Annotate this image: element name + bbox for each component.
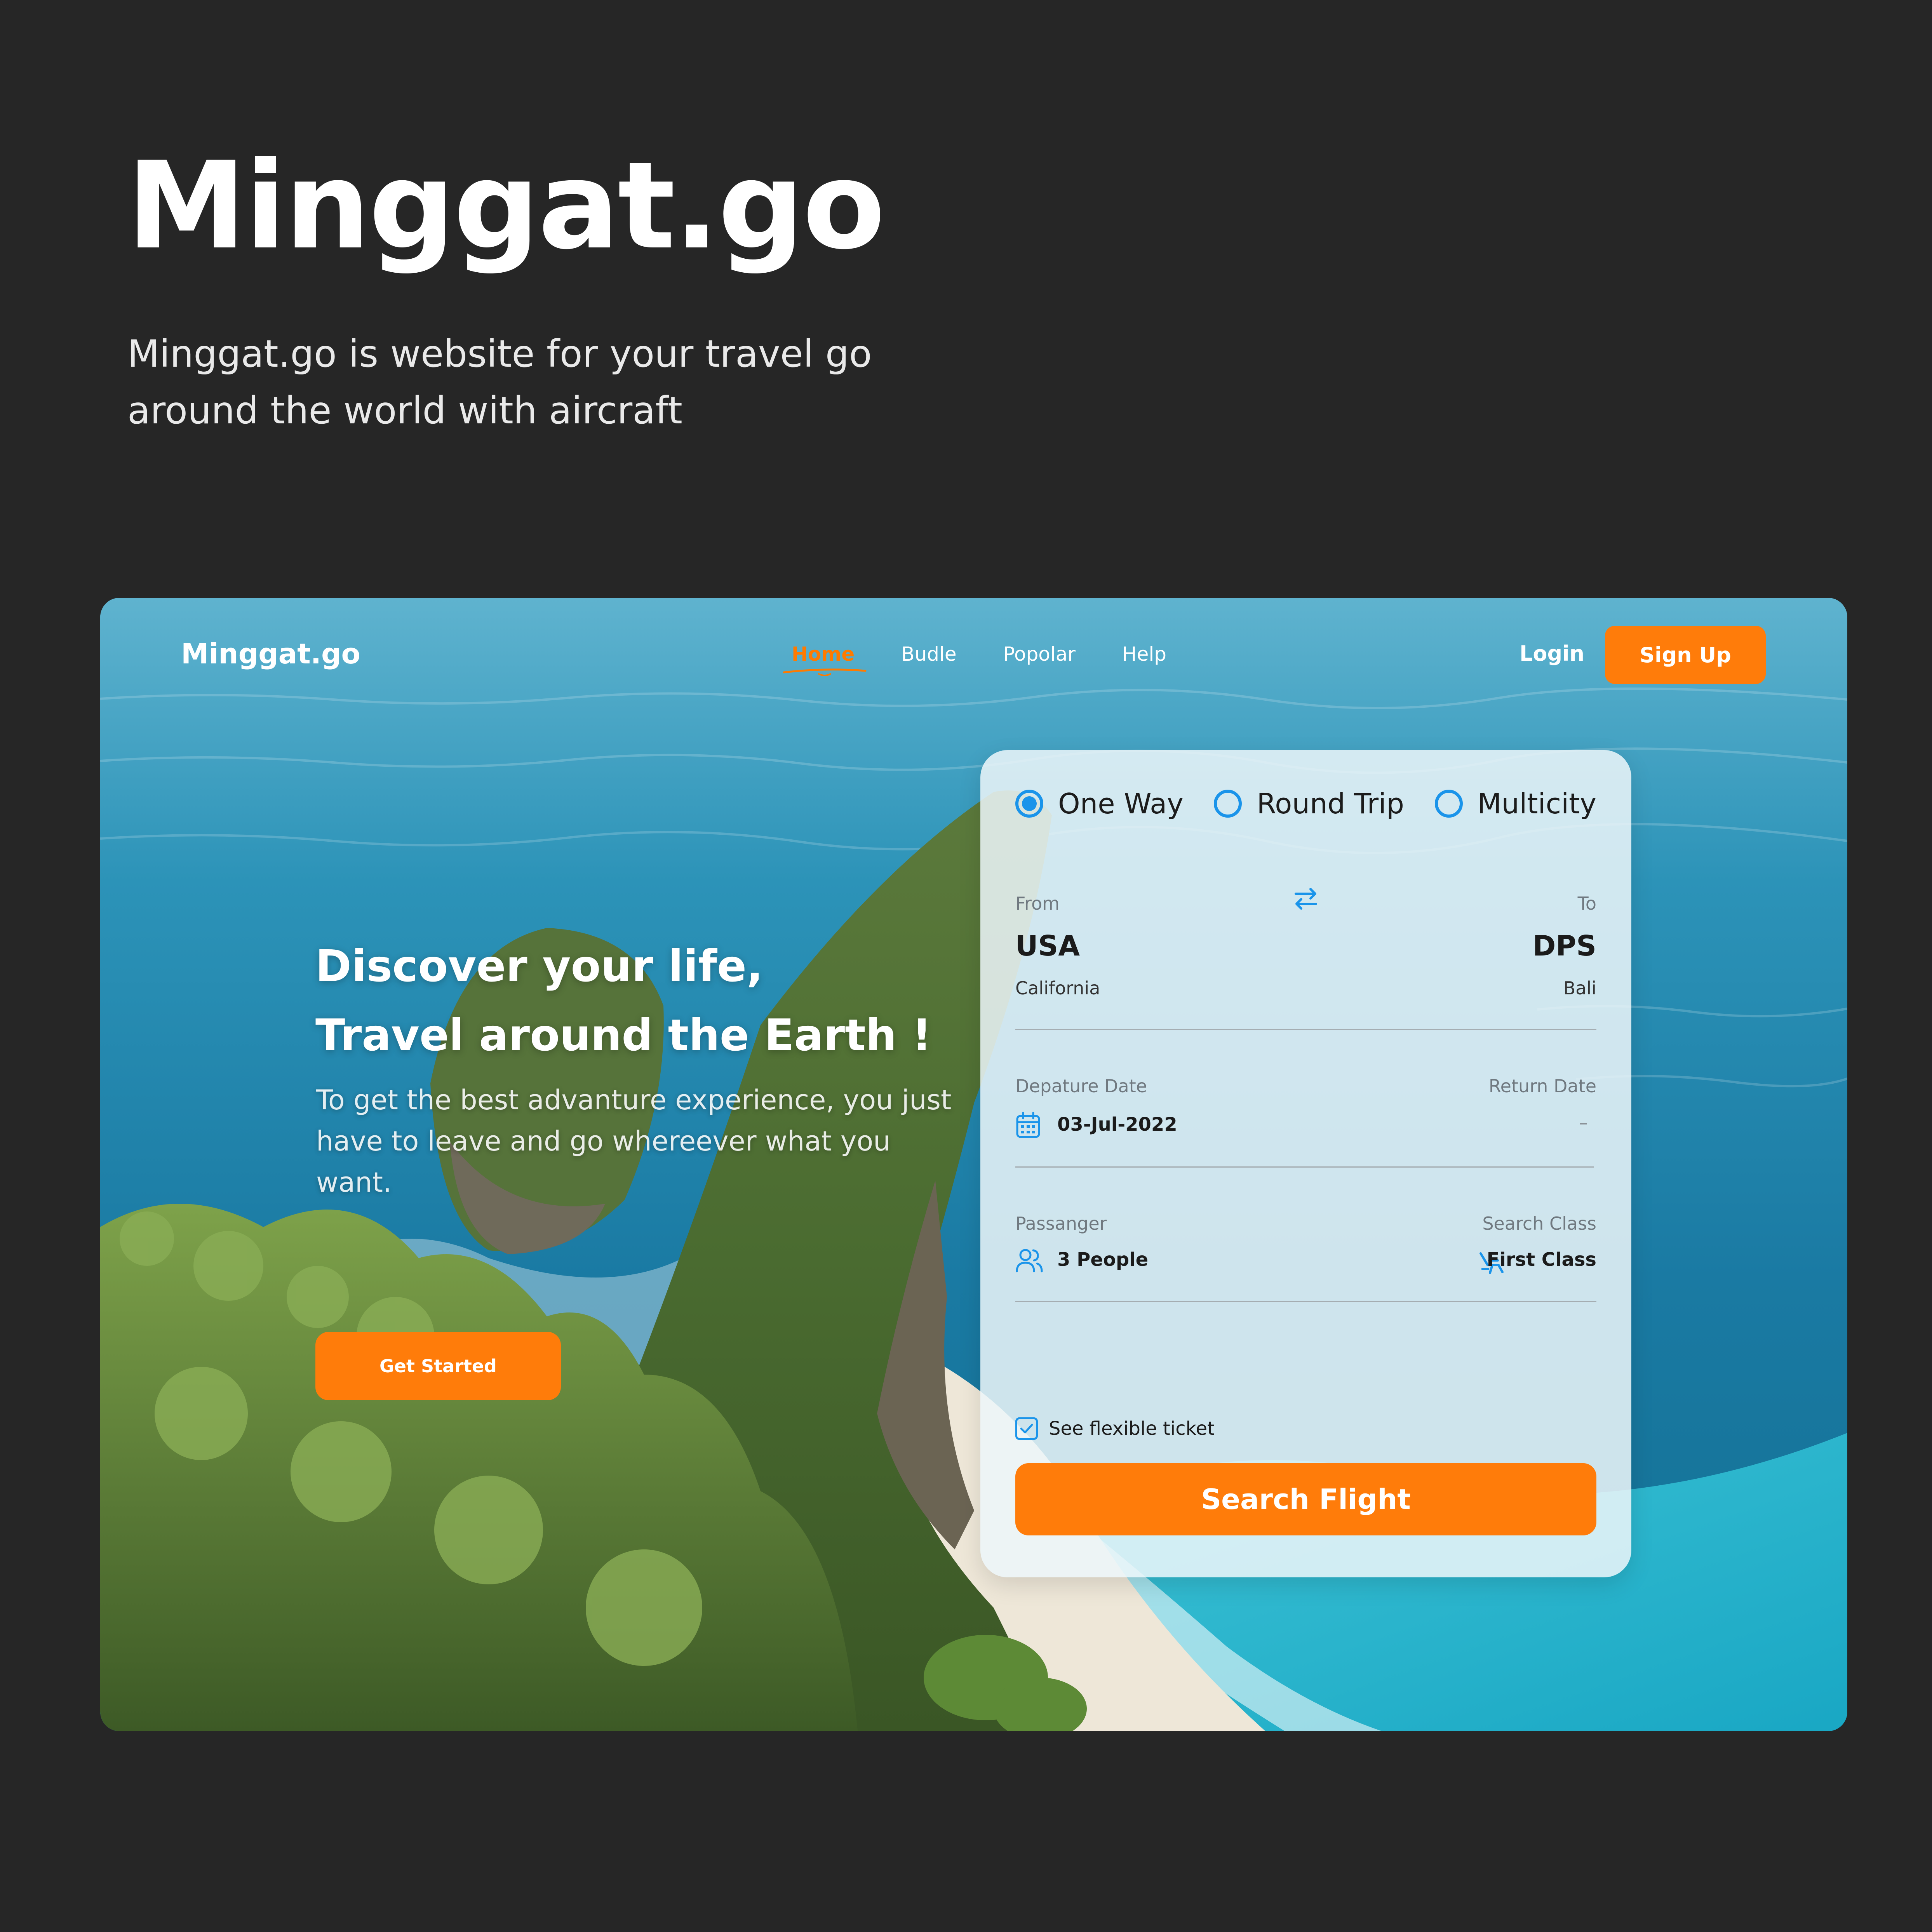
trip-option-label: Multicity bbox=[1477, 787, 1596, 820]
divider bbox=[1015, 1301, 1596, 1302]
passenger-label: Passanger bbox=[1015, 1213, 1107, 1234]
radio-multicity[interactable] bbox=[1434, 790, 1463, 818]
brand-title: Minggat.go bbox=[127, 136, 885, 276]
flexible-ticket-option[interactable]: See flexible ticket bbox=[1015, 1417, 1215, 1440]
departure-date-label: Depature Date bbox=[1015, 1076, 1147, 1097]
sign-up-button[interactable]: Sign Up bbox=[1605, 626, 1766, 684]
to-code[interactable]: DPS bbox=[1533, 929, 1596, 962]
active-underline-icon bbox=[783, 668, 867, 676]
divider bbox=[1015, 1166, 1594, 1168]
return-date-label: Return Date bbox=[1488, 1076, 1596, 1097]
trip-type-options: One Way Round Trip Multicity bbox=[1015, 787, 1596, 820]
get-started-button[interactable]: Get Started bbox=[315, 1332, 561, 1400]
trip-option-multicity[interactable]: Multicity bbox=[1434, 787, 1596, 820]
search-class-label: Search Class bbox=[1482, 1213, 1596, 1234]
passenger-value[interactable]: 3 People bbox=[1057, 1249, 1148, 1271]
nav-link-budle[interactable]: Budle bbox=[901, 643, 956, 665]
swap-arrows-icon[interactable] bbox=[1290, 883, 1321, 914]
nav-logo[interactable]: Minggat.go bbox=[181, 637, 360, 670]
nav-link-popolar[interactable]: Popolar bbox=[1003, 643, 1076, 665]
hero-title-line-1: Discover your life, bbox=[315, 941, 763, 992]
from-code[interactable]: USA bbox=[1015, 929, 1080, 962]
from-place: California bbox=[1015, 978, 1100, 999]
radio-one-way[interactable] bbox=[1015, 790, 1043, 818]
nav-link-help[interactable]: Help bbox=[1122, 643, 1166, 665]
hero-subtitle: To get the best advanture experience, yo… bbox=[316, 1084, 952, 1198]
website-screenshot: Minggat.go Home Budle Popolar Help Login… bbox=[100, 598, 1847, 1731]
to-label: To bbox=[1577, 893, 1596, 914]
return-date-value[interactable]: – bbox=[1579, 1112, 1588, 1133]
trip-option-label: One Way bbox=[1058, 787, 1184, 820]
hero-title: Discover your life, Travel around the Ea… bbox=[315, 932, 932, 1070]
brand-description: Minggat.go is website for your travel go… bbox=[127, 332, 872, 432]
from-label: From bbox=[1015, 893, 1060, 914]
nav-link-home[interactable]: Home bbox=[783, 643, 867, 676]
divider bbox=[1015, 1029, 1596, 1030]
calendar-icon bbox=[1016, 1112, 1040, 1138]
to-place: Bali bbox=[1563, 978, 1596, 999]
search-flight-button[interactable]: Search Flight bbox=[1015, 1463, 1596, 1535]
checkmark-icon bbox=[1020, 1424, 1033, 1434]
people-icon bbox=[1016, 1249, 1043, 1272]
login-link[interactable]: Login bbox=[1519, 641, 1584, 666]
flexible-ticket-checkbox[interactable] bbox=[1015, 1417, 1038, 1440]
trip-option-label: Round Trip bbox=[1257, 787, 1404, 820]
trip-option-round-trip[interactable]: Round Trip bbox=[1214, 787, 1404, 820]
departure-date-value[interactable]: 03-Jul-2022 bbox=[1057, 1114, 1177, 1135]
search-class-value[interactable]: First Class bbox=[1487, 1249, 1596, 1271]
flexible-ticket-label: See flexible ticket bbox=[1049, 1418, 1215, 1439]
nav-link-home-label: Home bbox=[792, 643, 855, 665]
nav-links: Home Budle Popolar Help bbox=[783, 643, 1166, 676]
hero-title-line-2: Travel around the Earth ! bbox=[315, 1010, 932, 1061]
radio-round-trip[interactable] bbox=[1214, 790, 1242, 818]
flight-search-panel: One Way Round Trip Multicity From To USA… bbox=[980, 750, 1631, 1577]
trip-option-one-way[interactable]: One Way bbox=[1015, 787, 1184, 820]
